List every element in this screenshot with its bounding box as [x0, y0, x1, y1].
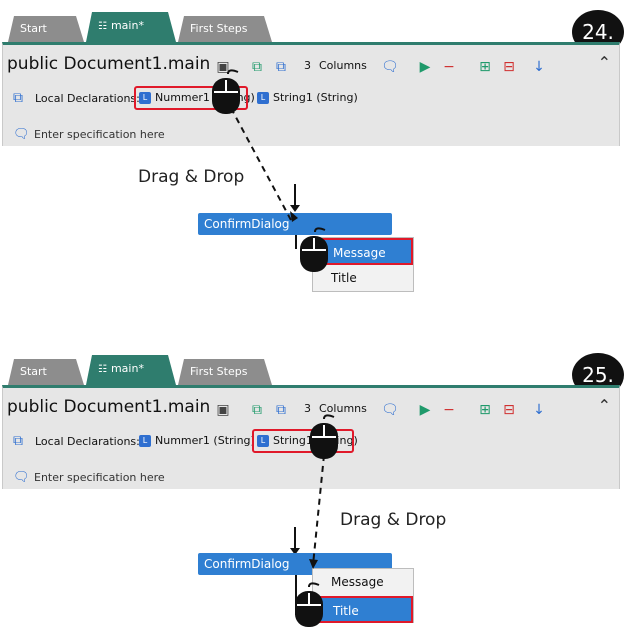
drag-arrowhead: [290, 211, 298, 222]
mouse-cursor-icon: [310, 414, 338, 459]
mouse-cursor-icon: [300, 227, 328, 272]
drag-overlay: [212, 69, 328, 272]
mouse-cursor-icon: [212, 69, 240, 114]
step-24: Start Page ☷main* First Steps 24. public…: [0, 0, 632, 300]
step-25: Start Page ☷main* First Steps 25. public…: [0, 343, 632, 643]
drag-path: [230, 107, 293, 223]
drag-arrowhead: [309, 559, 318, 569]
mouse-cursor-icon: [295, 582, 323, 627]
drag-path: [312, 454, 325, 566]
drag-overlay: [295, 414, 338, 627]
